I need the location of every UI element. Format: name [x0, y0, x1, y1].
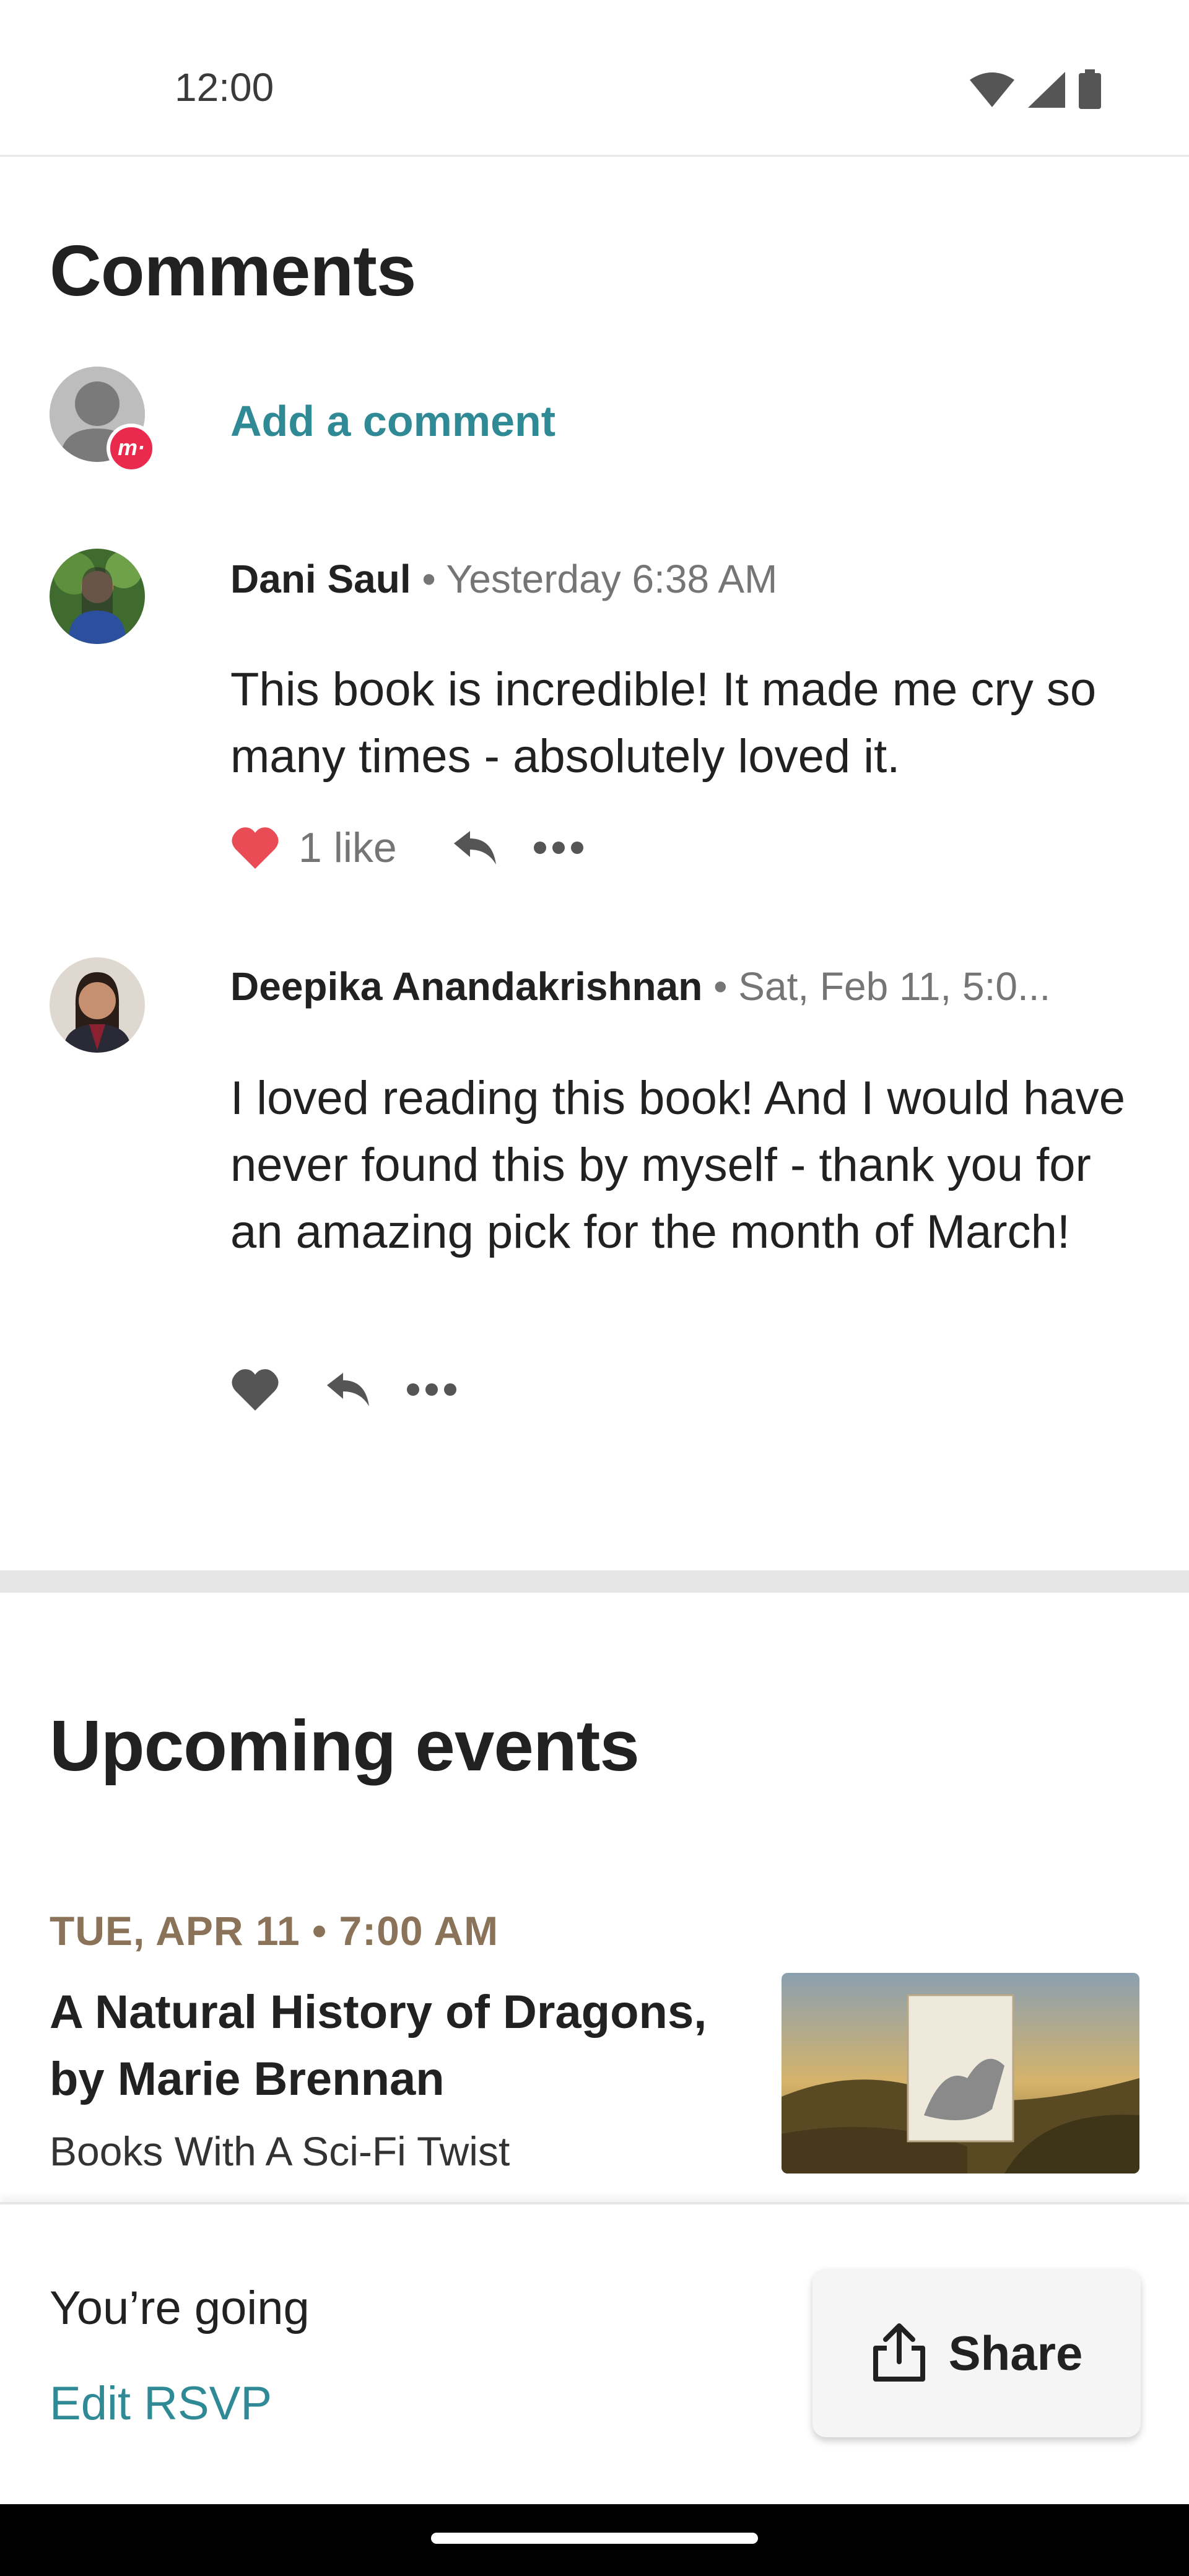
event-thumbnail[interactable] — [782, 1973, 1139, 2174]
reply-icon[interactable] — [326, 1372, 370, 1408]
rsvp-panel: You’re going Edit RSVP Share — [0, 2202, 1189, 2507]
commenter-avatar[interactable] — [50, 957, 145, 1053]
commenter-avatar[interactable] — [50, 549, 145, 644]
battery-icon — [1079, 69, 1101, 109]
meetup-badge-icon: m· — [107, 424, 156, 473]
add-comment-link[interactable]: Add a comment — [230, 396, 555, 446]
more-options-icon[interactable] — [406, 1383, 457, 1396]
avatar-photo — [50, 957, 145, 1053]
reply-icon[interactable] — [453, 830, 497, 866]
like-heart-icon[interactable] — [230, 825, 280, 870]
comment-timestamp: Yesterday 6:38 AM — [446, 557, 778, 601]
wifi-icon — [970, 72, 1014, 107]
avatar-photo — [50, 549, 145, 644]
upcoming-events-heading: Upcoming events — [50, 1705, 640, 1786]
share-icon — [873, 2323, 925, 2382]
edit-rsvp-link[interactable]: Edit RSVP — [50, 2377, 272, 2430]
status-time: 12:00 — [175, 65, 274, 110]
comment-actions — [230, 1367, 457, 1412]
meta-separator: • — [702, 964, 739, 1009]
event-date: TUE, APR 11 • 7:00 AM — [50, 1908, 499, 1954]
more-options-icon[interactable] — [533, 841, 584, 855]
status-bar: 12:00 — [0, 0, 1189, 157]
comment-author[interactable]: Deepika Anandakrishnan — [230, 964, 702, 1009]
comment-author[interactable]: Dani Saul — [230, 557, 411, 601]
system-nav-bar — [0, 2504, 1189, 2576]
like-count: 1 like — [298, 824, 397, 871]
comment-timestamp: Sat, Feb 11, 5:0... — [738, 964, 1051, 1009]
rsvp-status: You’re going — [50, 2282, 310, 2334]
comment-meta: Deepika Anandakrishnan • Sat, Feb 11, 5:… — [230, 964, 1050, 1009]
comment-body: This book is incredible! It made me cry … — [230, 663, 1097, 783]
signal-icon — [1028, 72, 1065, 108]
event-title[interactable]: A Natural History of Dragons, by Marie B… — [50, 1979, 743, 2113]
meta-separator: • — [411, 557, 446, 601]
like-heart-icon[interactable] — [230, 1367, 280, 1412]
comments-heading: Comments — [50, 230, 416, 311]
event-image — [782, 1973, 1139, 2174]
comment-body: I loved reading this book! And I would h… — [230, 1072, 1125, 1258]
section-divider — [0, 1570, 1189, 1593]
share-button[interactable]: Share — [812, 2269, 1141, 2437]
share-label: Share — [948, 2325, 1083, 2380]
event-group-name: Books With A Sci-Fi Twist — [50, 2128, 510, 2174]
status-icons — [969, 69, 1102, 110]
comment-actions: 1 like — [230, 824, 584, 872]
home-indicator[interactable] — [431, 2533, 758, 2544]
comment-meta: Dani Saul • Yesterday 6:38 AM — [230, 556, 777, 602]
